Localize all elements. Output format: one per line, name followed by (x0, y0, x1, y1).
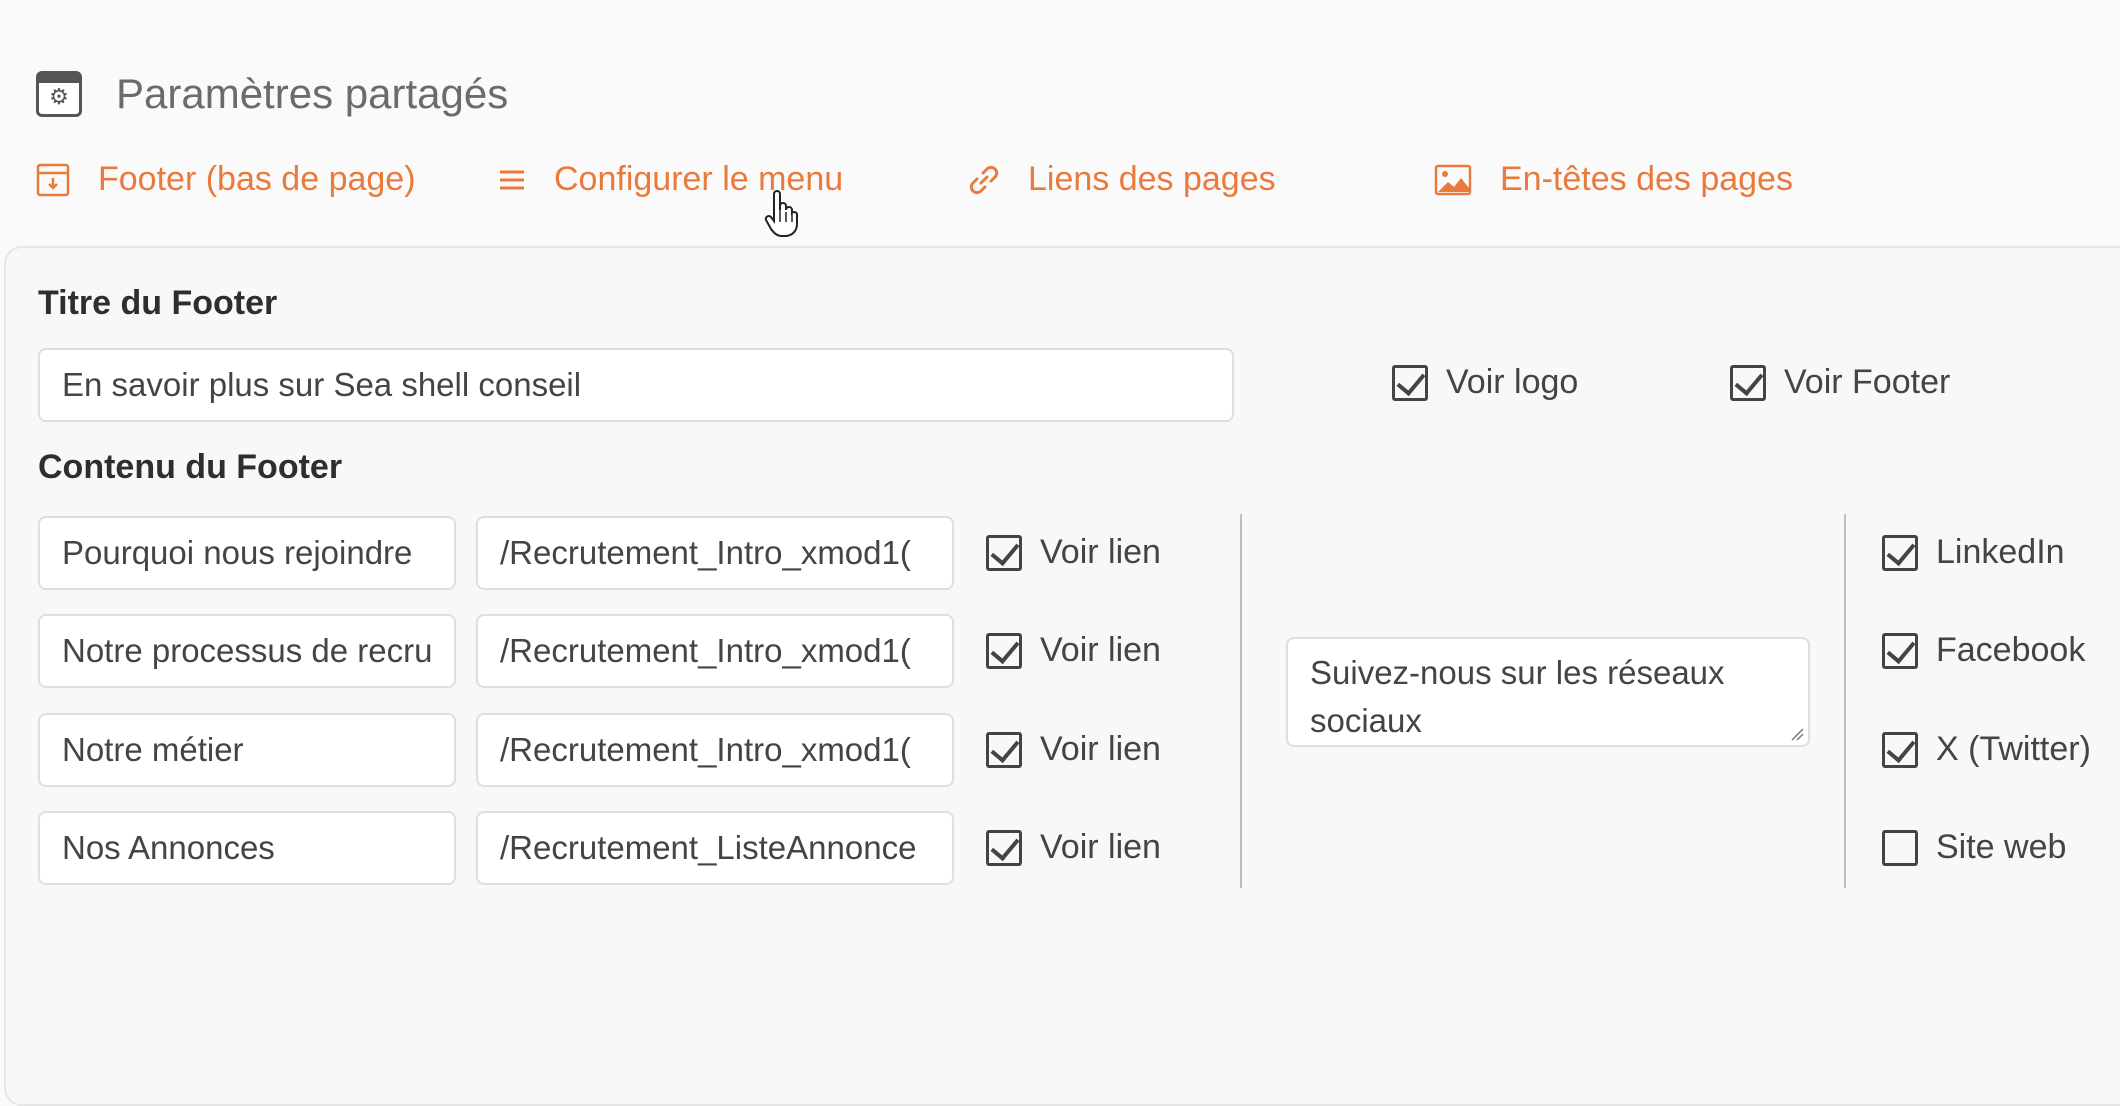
tab-links-label: Liens des pages (1028, 160, 1276, 198)
checkbox-checked-icon (986, 829, 1022, 866)
checkbox-checked-icon (1882, 632, 1918, 669)
tab-headers-label: En-têtes des pages (1500, 160, 1793, 198)
link-title-input[interactable]: Notre processus de recru (38, 614, 456, 688)
social-text-textarea[interactable]: Suivez-nous sur les réseaux sociaux (1286, 637, 1810, 747)
checkbox-checked-icon (1882, 534, 1918, 571)
link-url-value: /Recrutement_Intro_xmod1( (500, 534, 911, 571)
link-url-input[interactable]: /Recrutement_ListeAnnonce (476, 811, 954, 885)
twitter-checkbox[interactable]: X (Twitter) (1882, 730, 2091, 769)
footer-settings-panel: Titre du Footer En savoir plus sur Sea s… (4, 246, 2120, 1106)
social-text-value: Suivez-nous sur les réseaux sociaux (1310, 654, 1725, 739)
link-url-value: /Recrutement_ListeAnnonce (500, 829, 917, 866)
checkbox-checked-icon (986, 731, 1022, 768)
link-title-input[interactable]: Nos Annonces (38, 811, 456, 885)
checkbox-checked-icon (1730, 364, 1766, 401)
website-label: Site web (1936, 828, 2067, 866)
footer-layout-icon (36, 163, 70, 196)
column-divider (1844, 514, 1846, 888)
column-divider (1240, 514, 1242, 888)
show-footer-label: Voir Footer (1784, 363, 1951, 401)
link-title-input[interactable]: Pourquoi nous rejoindre (38, 516, 456, 590)
website-checkbox[interactable]: Site web (1882, 828, 2066, 867)
hand-cursor-icon (764, 190, 798, 237)
link-url-value: /Recrutement_Intro_xmod1( (500, 731, 911, 768)
show-link-label: Voir lien (1040, 730, 1161, 768)
checkbox-checked-icon (986, 632, 1022, 669)
show-footer-checkbox[interactable]: Voir Footer (1730, 363, 1950, 402)
link-url-input[interactable]: /Recrutement_Intro_xmod1( (476, 516, 954, 590)
link-title-value: Notre métier (62, 731, 244, 768)
tab-headers[interactable]: En-têtes des pages (1434, 160, 1793, 199)
show-logo-checkbox[interactable]: Voir logo (1392, 363, 1578, 402)
facebook-label: Facebook (1936, 631, 2086, 669)
checkbox-checked-icon (986, 534, 1022, 571)
checkbox-checked-icon (1392, 364, 1428, 401)
image-icon (1434, 164, 1472, 195)
tab-bar: Footer (bas de page) Configurer le menu … (36, 160, 2096, 214)
footer-title-value: En savoir plus sur Sea shell conseil (62, 366, 582, 403)
link-url-value: /Recrutement_Intro_xmod1( (500, 632, 911, 669)
show-link-label: Voir lien (1040, 533, 1161, 571)
tab-links[interactable]: Liens des pages (968, 160, 1276, 199)
twitter-label: X (Twitter) (1936, 730, 2091, 768)
show-link-checkbox[interactable]: Voir lien (986, 828, 1161, 867)
link-title-input[interactable]: Notre métier (38, 713, 456, 787)
show-link-checkbox[interactable]: Voir lien (986, 533, 1161, 572)
menu-lines-icon (500, 170, 524, 189)
show-link-checkbox[interactable]: Voir lien (986, 631, 1161, 670)
settings-window-icon: ⚙ (36, 71, 82, 117)
show-link-label: Voir lien (1040, 631, 1161, 669)
checkbox-unchecked-icon (1882, 829, 1918, 866)
show-link-checkbox[interactable]: Voir lien (986, 730, 1161, 769)
footer-content-label: Contenu du Footer (38, 448, 343, 486)
tab-footer-label: Footer (bas de page) (98, 160, 416, 198)
page-header: ⚙ Paramètres partagés (36, 70, 508, 118)
link-title-value: Pourquoi nous rejoindre (62, 534, 413, 571)
linkedin-checkbox[interactable]: LinkedIn (1882, 533, 2065, 572)
link-url-input[interactable]: /Recrutement_Intro_xmod1( (476, 614, 954, 688)
page-title: Paramètres partagés (116, 70, 509, 117)
link-icon (969, 165, 999, 194)
facebook-checkbox[interactable]: Facebook (1882, 631, 2085, 670)
resize-handle-icon[interactable] (1790, 727, 1804, 741)
show-logo-label: Voir logo (1446, 363, 1579, 401)
link-url-input[interactable]: /Recrutement_Intro_xmod1( (476, 713, 954, 787)
footer-title-input[interactable]: En savoir plus sur Sea shell conseil (38, 348, 1234, 422)
link-title-value: Nos Annonces (62, 829, 275, 866)
show-link-label: Voir lien (1040, 828, 1161, 866)
linkedin-label: LinkedIn (1936, 533, 2065, 571)
tab-footer[interactable]: Footer (bas de page) (36, 160, 416, 199)
checkbox-checked-icon (1882, 731, 1918, 768)
tab-menu-label: Configurer le menu (554, 160, 844, 198)
link-title-value: Notre processus de recru (62, 632, 432, 669)
footer-title-label: Titre du Footer (38, 284, 278, 322)
